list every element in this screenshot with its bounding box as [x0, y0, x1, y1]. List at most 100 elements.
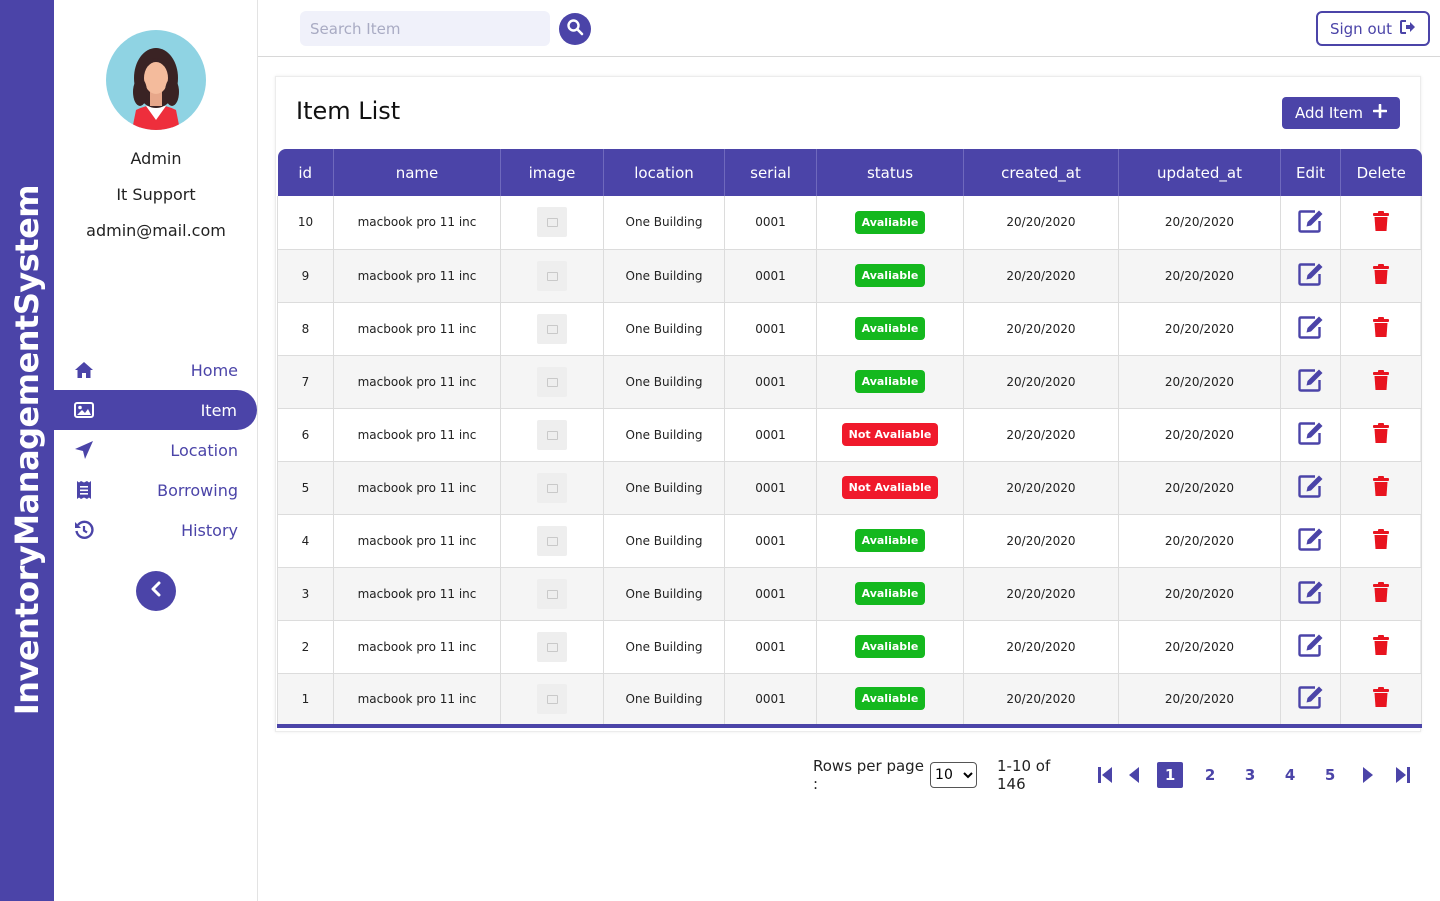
cell-location: One Building [603, 196, 725, 250]
profile-name: Admin [130, 149, 182, 168]
page-number-button[interactable]: 4 [1277, 762, 1303, 788]
rows-per-page-select[interactable]: 10 [930, 762, 977, 788]
cell-created-at: 20/20/2020 [963, 514, 1119, 568]
next-page-button[interactable] [1357, 762, 1379, 788]
previous-page-button[interactable] [1123, 762, 1145, 788]
status-badge: Avaliable [854, 317, 926, 340]
sidebar-item-label: Home [190, 360, 238, 380]
cell-created-at: 20/20/2020 [963, 408, 1119, 462]
brand-title: InventoryManagementSystem [8, 184, 46, 716]
edit-icon[interactable] [1297, 580, 1324, 604]
image-thumbnail [537, 366, 567, 397]
image-thumbnail [537, 260, 567, 291]
last-page-button[interactable] [1392, 762, 1414, 788]
table-row: 1 macbook pro 11 inc One Building 0001 Avali… [277, 673, 1422, 728]
cell-name: macbook pro 11 inc [333, 567, 501, 621]
cell-created-at: 20/20/2020 [963, 620, 1119, 674]
trash-icon[interactable] [1372, 686, 1390, 708]
table-row: 4 macbook pro 11 inc One Building 0001 Avali… [277, 514, 1422, 568]
cell-edit [1280, 673, 1341, 728]
cell-edit [1280, 408, 1341, 462]
item-list-card: Item List Add Item id name image location se… [275, 76, 1422, 732]
chevron-left-icon [149, 581, 163, 601]
sidebar-item-location[interactable]: Location [54, 430, 258, 470]
first-page-button[interactable] [1094, 762, 1116, 788]
collapse-sidebar-button[interactable] [136, 571, 176, 611]
edit-icon[interactable] [1297, 209, 1324, 233]
trash-icon[interactable] [1372, 422, 1390, 444]
profile-email: admin@mail.com [86, 221, 226, 240]
page-number-button[interactable]: 2 [1197, 762, 1223, 788]
cell-status: Avaliable [816, 196, 964, 250]
sidebar-item-item[interactable]: Item [54, 390, 257, 430]
page-number-button[interactable]: 1 [1157, 762, 1184, 788]
sidebar: Admin It Support admin@mail.com Home Ite… [54, 0, 258, 901]
table-row: 8 macbook pro 11 inc One Building 0001 Avali… [277, 302, 1422, 356]
edit-icon[interactable] [1297, 262, 1324, 286]
image-thumbnail [537, 313, 567, 344]
cell-image [500, 514, 604, 568]
cell-image [500, 249, 604, 303]
history-icon [72, 518, 96, 542]
cell-serial: 0001 [724, 302, 817, 356]
trash-icon[interactable] [1372, 528, 1390, 550]
cell-serial: 0001 [724, 355, 817, 409]
first-page-icon [1098, 767, 1113, 783]
edit-icon[interactable] [1297, 527, 1324, 551]
cell-delete [1340, 461, 1422, 515]
edit-icon[interactable] [1297, 315, 1324, 339]
pagination: Rows per page : 10 1-10 of 146 12345 [813, 757, 1420, 793]
cell-serial: 0001 [724, 196, 817, 250]
image-thumbnail [537, 207, 567, 238]
page-numbers: 12345 [1157, 762, 1357, 788]
sign-out-button[interactable]: Sign out [1316, 11, 1430, 46]
search-button[interactable] [559, 13, 591, 45]
cell-updated-at: 20/20/2020 [1118, 514, 1281, 568]
trash-icon[interactable] [1372, 581, 1390, 603]
sidebar-item-history[interactable]: History [54, 510, 258, 550]
cell-name: macbook pro 11 inc [333, 249, 501, 303]
cell-name: macbook pro 11 inc [333, 673, 501, 728]
status-badge: Avaliable [854, 687, 926, 711]
cell-name: macbook pro 11 inc [333, 514, 501, 568]
cell-status: Avaliable [816, 514, 964, 568]
edit-icon[interactable] [1297, 368, 1324, 392]
edit-icon[interactable] [1297, 474, 1324, 498]
cell-serial: 0001 [724, 673, 817, 728]
cell-id: 6 [277, 408, 334, 462]
cell-id: 5 [277, 461, 334, 515]
cell-created-at: 20/20/2020 [963, 567, 1119, 621]
cell-id: 2 [277, 620, 334, 674]
sign-out-label: Sign out [1329, 19, 1393, 38]
cell-location: One Building [603, 673, 725, 728]
cell-created-at: 20/20/2020 [963, 249, 1119, 303]
page-number-button[interactable]: 3 [1237, 762, 1263, 788]
edit-icon[interactable] [1297, 421, 1324, 445]
trash-icon[interactable] [1372, 475, 1390, 497]
add-item-button[interactable]: Add Item [1282, 97, 1400, 129]
profile-role: It Support [116, 185, 196, 204]
cell-location: One Building [603, 567, 725, 621]
search-input[interactable] [300, 11, 550, 46]
page-number-button[interactable]: 5 [1317, 762, 1343, 788]
table-row: 3 macbook pro 11 inc One Building 0001 Avali… [277, 567, 1422, 621]
edit-icon[interactable] [1297, 685, 1324, 709]
trash-icon[interactable] [1372, 634, 1390, 656]
sidebar-item-borrowing[interactable]: Borrowing [54, 470, 258, 510]
column-header: name [333, 149, 501, 196]
edit-icon[interactable] [1297, 633, 1324, 657]
trash-icon[interactable] [1372, 210, 1390, 232]
cell-serial: 0001 [724, 408, 817, 462]
trash-icon[interactable] [1372, 316, 1390, 338]
cell-id: 4 [277, 514, 334, 568]
cell-location: One Building [603, 620, 725, 674]
cell-updated-at: 20/20/2020 [1118, 302, 1281, 356]
sidebar-item-home[interactable]: Home [54, 350, 258, 390]
trash-icon[interactable] [1372, 263, 1390, 285]
cell-edit [1280, 355, 1341, 409]
cell-delete [1340, 673, 1422, 728]
cell-serial: 0001 [724, 514, 817, 568]
cell-status: Not Avaliable [816, 461, 964, 515]
cell-image [500, 620, 604, 674]
trash-icon[interactable] [1372, 369, 1390, 391]
